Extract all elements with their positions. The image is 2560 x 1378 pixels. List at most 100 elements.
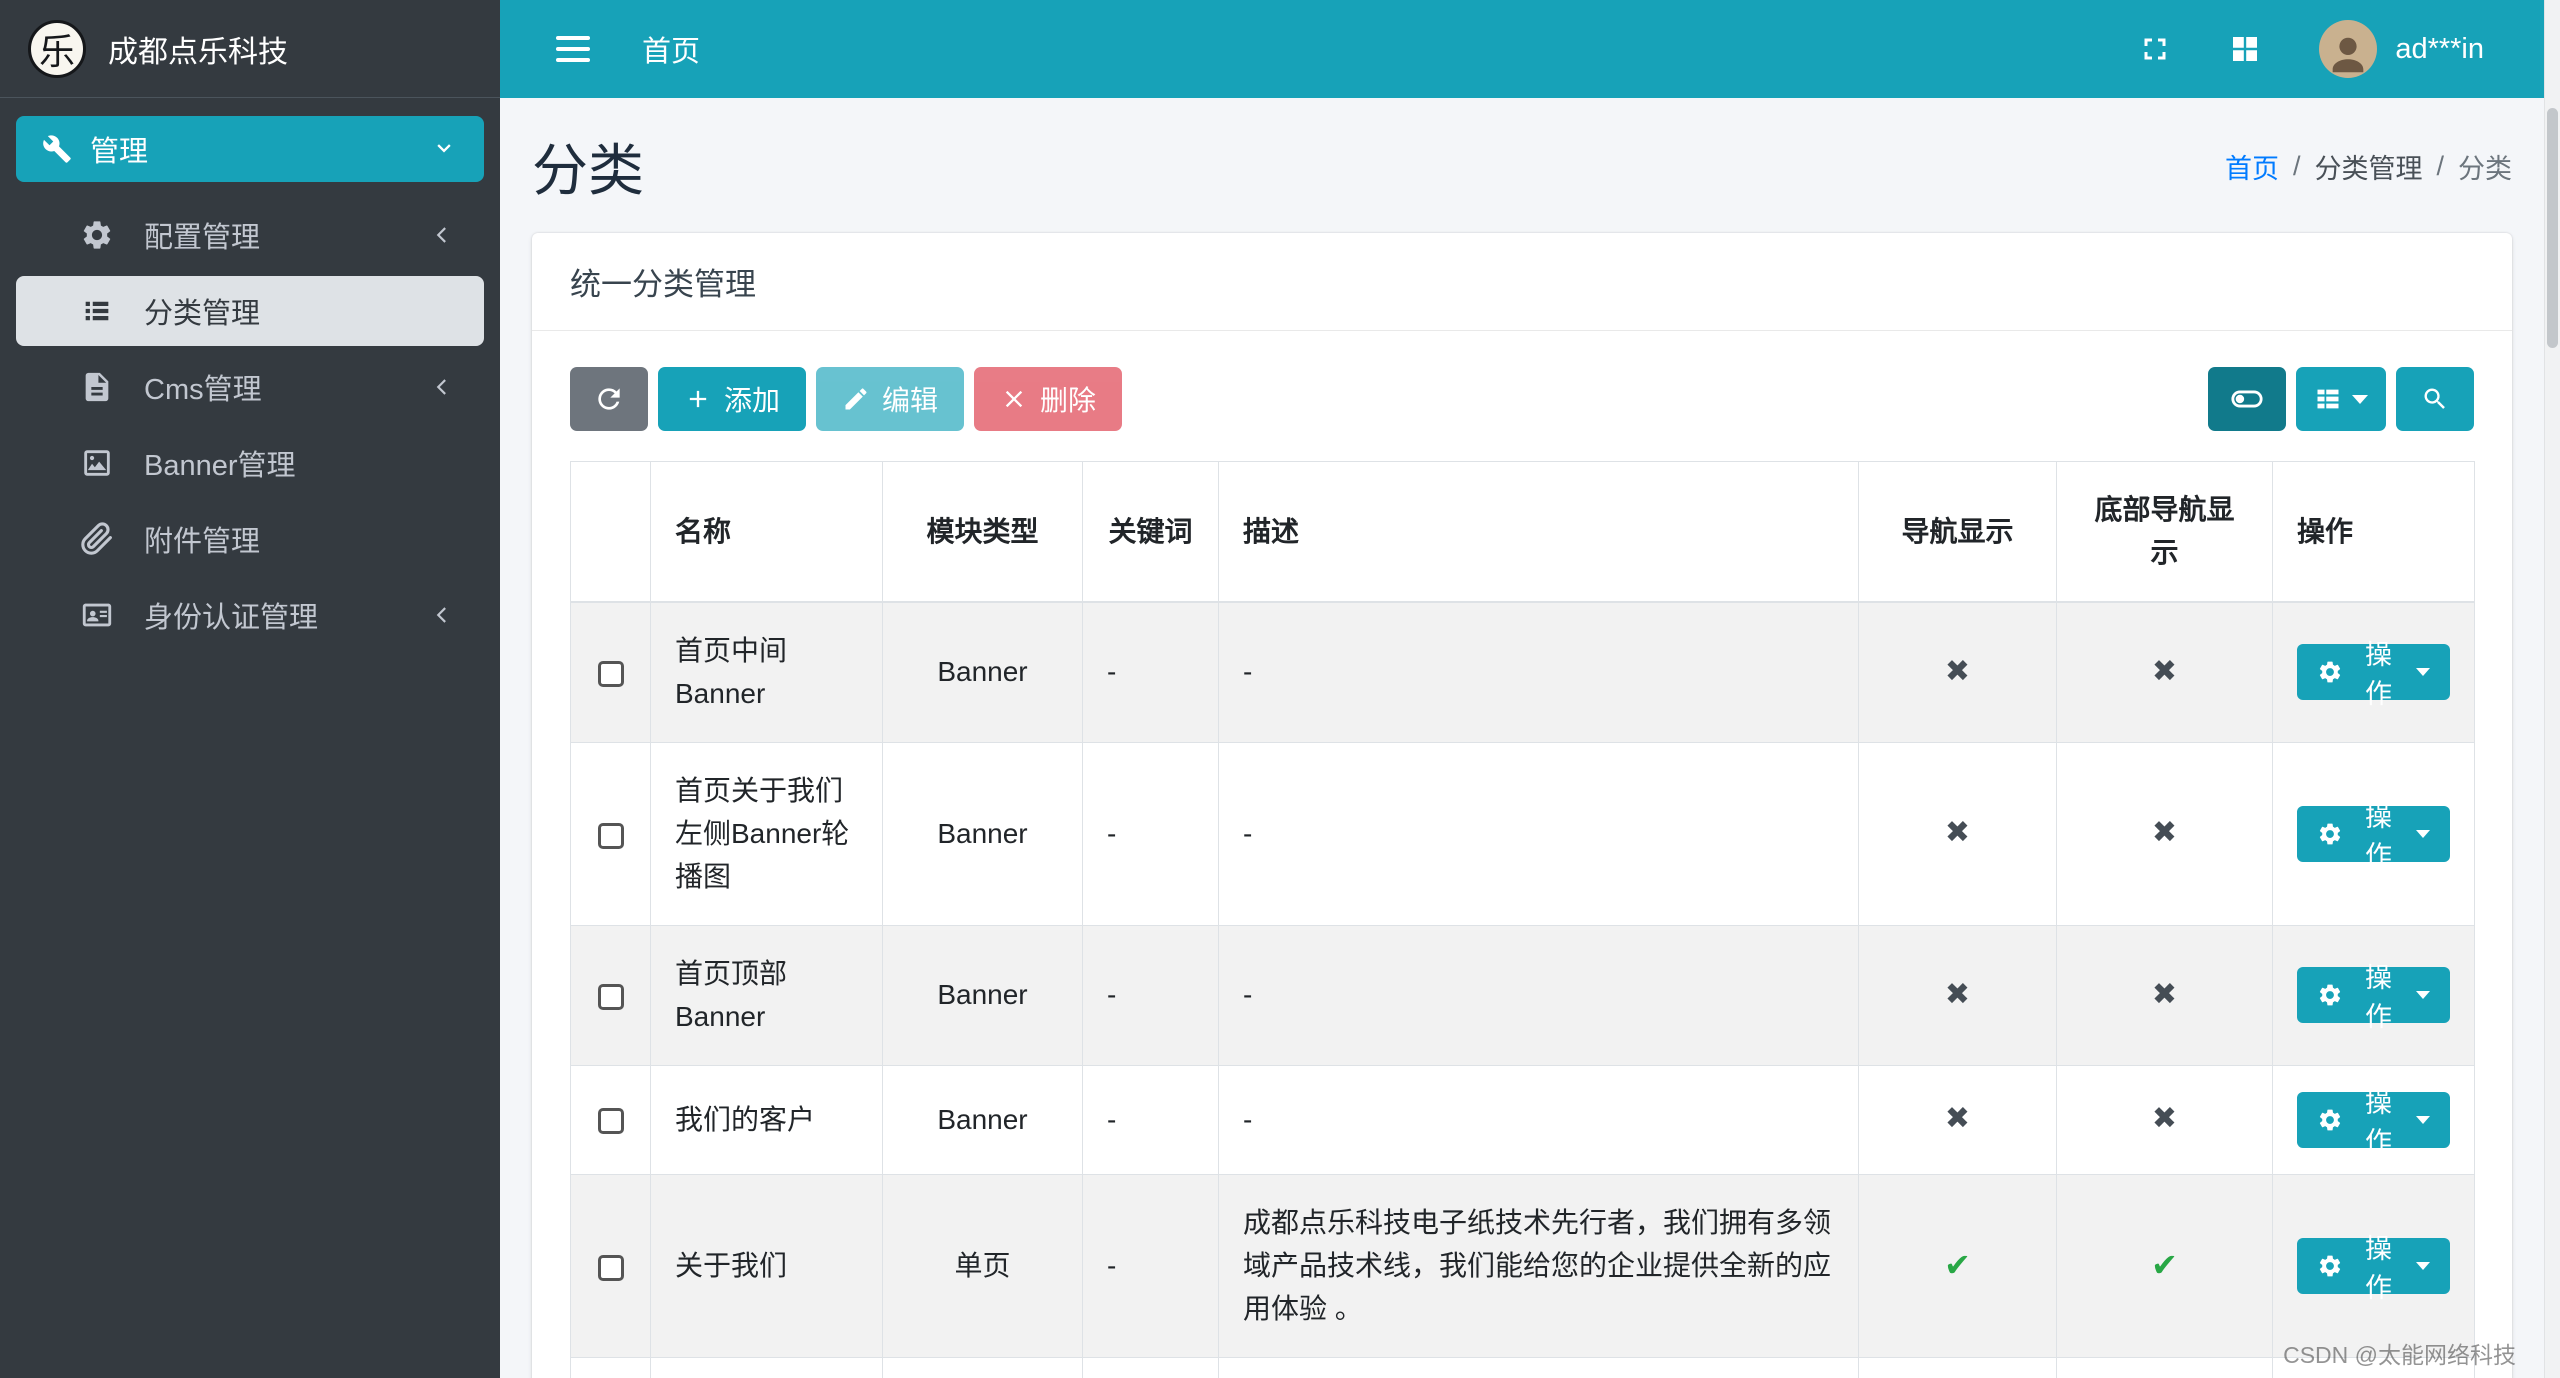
grid-icon[interactable] [2227,31,2263,67]
category-card: 统一分类管理 添加 编辑 删除 [532,233,2512,1378]
row-action-button[interactable]: 操作 [2297,1238,2450,1294]
header-select [571,462,651,602]
refresh-button[interactable] [570,367,648,431]
search-button[interactable] [2396,367,2474,431]
scrollbar[interactable] [2544,0,2560,1378]
cell-module: 单页 [883,1357,1083,1378]
close-icon [1000,385,1028,413]
caret-down-icon [2416,1116,2430,1124]
row-action-label: 操作 [2353,795,2404,873]
table-row: 关于我们 单页 - 成都点乐科技电子纸技术先行者，我们拥有多领域产品技术线，我们… [571,1174,2475,1357]
sidebar: 乐 成都点乐科技 管理 配置管理 分类管理 Cms管理 Banner管理 附件管… [0,0,500,1378]
chevron-left-icon [430,374,456,400]
cell-action: 操作 [2273,1357,2475,1378]
breadcrumb-home-link[interactable]: 首页 [2225,147,2279,186]
row-action-label: 操作 [2353,1081,2404,1159]
cell-nav-display: ✖ [1859,1065,2057,1174]
gear-icon [2317,1107,2343,1133]
cell-action: 操作 [2273,602,2475,742]
sidebar-item-label: Cms管理 [144,366,262,408]
cell-select [571,602,651,742]
cell-module: Banner [883,742,1083,925]
cell-nav-display: ✔ [1859,1357,2057,1378]
sidebar-item-config[interactable]: 配置管理 [16,200,484,270]
sidebar-item-auth[interactable]: 身份认证管理 [16,580,484,650]
gear-icon [2317,982,2343,1008]
cell-desc: - [1219,925,1859,1065]
sidebar-item-attachment[interactable]: 附件管理 [16,504,484,574]
row-action-button[interactable]: 操作 [2297,967,2450,1023]
cell-action: 操作 [2273,925,2475,1065]
cell-module: Banner [883,1065,1083,1174]
row-action-button[interactable]: 操作 [2297,1092,2450,1148]
cell-name: 首页关于我们左侧Banner轮播图 [651,742,883,925]
row-checkbox[interactable] [598,984,624,1010]
row-action-label: 操作 [2353,1227,2404,1305]
manage-button[interactable]: 管理 [16,116,484,182]
row-checkbox[interactable] [598,661,624,687]
row-checkbox[interactable] [598,823,624,849]
x-icon: ✖ [2152,649,2177,696]
col-header-name: 名称 [651,462,883,602]
id-card-icon [80,598,114,632]
breadcrumb-separator: / [2293,151,2301,182]
brand-logo-char: 乐 [39,23,75,75]
row-action-button[interactable]: 操作 [2297,806,2450,862]
menu-toggle-button[interactable] [556,36,590,62]
cell-select [571,925,651,1065]
username[interactable]: ad***in [2395,33,2484,66]
avatar[interactable] [2319,20,2377,78]
refresh-icon [593,383,625,415]
sidebar-item-category[interactable]: 分类管理 [16,276,484,346]
plus-icon [684,385,712,413]
scrollbar-thumb[interactable] [2547,108,2558,348]
cell-footer-nav-display: ✔ [2057,1174,2273,1357]
x-icon: ✖ [2152,1096,2177,1143]
topbar-home-link[interactable]: 首页 [642,28,700,70]
gear-icon [2317,659,2343,685]
list-icon [80,294,114,328]
columns-button[interactable] [2296,367,2386,431]
table-row: 首页关于我们左侧Banner轮播图 Banner - - ✖ ✖ 操作 [571,742,2475,925]
cell-keyword [1083,1357,1219,1378]
image-icon [80,446,114,480]
gear-icon [80,218,114,252]
chevron-down-icon [430,135,458,163]
breadcrumb-separator: / [2436,151,2444,182]
caret-down-icon [2416,991,2430,999]
brand[interactable]: 乐 成都点乐科技 [0,0,500,98]
cell-name: 关于我们 [651,1174,883,1357]
row-checkbox[interactable] [598,1108,624,1134]
sidebar-item-label: 附件管理 [144,518,260,560]
cell-keyword: - [1083,742,1219,925]
sidebar-item-cms[interactable]: Cms管理 [16,352,484,422]
page-header: 分类 首页 / 分类管理 / 分类 [500,98,2544,233]
file-icon [80,370,114,404]
edit-button[interactable]: 编辑 [816,367,964,431]
x-icon: ✖ [2152,810,2177,857]
check-icon: ✔ [2151,1241,2178,1291]
row-action-button[interactable]: 操作 [2297,644,2450,700]
chevron-left-icon [430,222,456,248]
x-icon: ✖ [1945,972,1970,1019]
paperclip-icon [80,522,114,556]
cell-keyword: - [1083,1174,1219,1357]
main-content: 分类 首页 / 分类管理 / 分类 统一分类管理 添加 编辑 删除 [500,0,2544,1378]
table-row: 首页顶部Banner Banner - - ✖ ✖ 操作 [571,925,2475,1065]
caret-down-icon [2416,830,2430,838]
row-checkbox[interactable] [598,1255,624,1281]
fullscreen-icon[interactable] [2137,31,2173,67]
sidebar-item-banner[interactable]: Banner管理 [16,428,484,498]
cell-desc: 我们拥有自主研发技术，可量身定制在诸多领域的电子纸技术应用，为企业提供优质实效的 [1219,1357,1859,1378]
add-button[interactable]: 添加 [658,367,806,431]
breadcrumb: 首页 / 分类管理 / 分类 [2225,147,2512,186]
table-row: 首页中间Banner Banner - - ✖ ✖ 操作 [571,602,2475,742]
card-body: 添加 编辑 删除 名称 模块类型 关键词 [532,331,2512,1378]
delete-button[interactable]: 删除 [974,367,1122,431]
col-header-keyword: 关键词 [1083,462,1219,602]
caret-down-icon [2352,395,2368,404]
toggle-view-button[interactable] [2208,367,2286,431]
brand-name: 成都点乐科技 [108,27,288,71]
gear-icon [2317,1253,2343,1279]
cell-nav-display: ✖ [1859,602,2057,742]
